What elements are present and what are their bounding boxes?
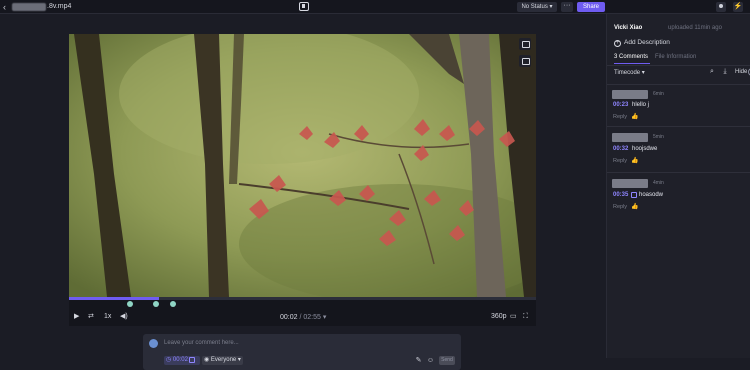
uploader-name[interactable]: Vicki Xiao [614,25,642,31]
comment-age: 4min [653,180,664,186]
playback-speed[interactable]: 1x [104,313,111,321]
player-area: ▶ ⇄ 1x ◀) 00:02 / 02:55 ▾ 360p ▭ ⛶ Leave… [0,14,606,370]
comment-checkbox[interactable] [631,192,637,198]
comment-input[interactable]: Leave your comment here... [164,339,364,348]
share-button[interactable]: Share [577,2,605,12]
divider [607,65,750,66]
reply-button[interactable]: Reply [613,158,627,164]
thumbs-up-icon[interactable]: 👍 [631,203,638,210]
hide-label: Hide [735,69,748,75]
comment-age: 6min [653,91,664,97]
tab-file-information[interactable]: File Information [655,54,696,60]
sidebar-tabs: 3 Comments File Information [614,54,750,64]
time-display[interactable]: 00:02 / 02:55 ▾ [280,313,326,321]
theater-mode-icon[interactable]: ▭ [510,313,517,321]
emoji-icon[interactable]: ☺ [426,356,435,365]
tab-comments[interactable]: 3 Comments [614,54,648,60]
video-frame[interactable] [69,34,536,297]
volume-icon[interactable]: ◀) [120,313,128,321]
comment-display-icon[interactable] [519,38,531,50]
search-icon[interactable]: ⌕ [708,68,716,76]
comment-age: 5min [653,134,664,140]
comment-text: hoasodw [639,192,664,198]
thumbs-up-icon[interactable]: 👍 [631,113,638,120]
thumbs-up-icon[interactable]: 👍 [631,157,638,164]
upload-time: uploaded 11min ago [668,25,722,31]
play-icon[interactable]: ▶ [74,313,79,321]
download-icon[interactable]: ⤓ [721,68,729,76]
sort-dropdown[interactable]: Timecode ▾ [614,69,645,76]
timeline-progress [69,297,159,300]
comment-item[interactable]: 6min 00:23 hlello j Reply 👍 [607,84,750,126]
reply-button[interactable]: Reply [613,114,627,120]
video-image [69,34,536,297]
avatar [149,339,158,348]
quality-selector[interactable]: 360p [491,313,507,321]
comment-timecode[interactable]: 00:23 [613,102,628,108]
loop-icon[interactable]: ⇄ [88,313,94,321]
duration: 02:55 [303,314,321,321]
fullscreen-icon[interactable]: ⛶ [523,313,528,321]
commenter-name-redacted [612,90,648,99]
comment-timecode[interactable]: 00:35 [613,192,628,198]
more-options-button[interactable]: ··· [561,2,573,12]
add-description-button[interactable]: + Add Description [614,39,670,47]
comment-text: hlello j [632,102,650,108]
status-dropdown[interactable]: No Status ▾ [517,2,557,12]
commenter-name-redacted [612,133,648,142]
comment-text: hoojsdwe [632,146,658,152]
active-tab-indicator [614,63,650,64]
status-label: No Status [521,4,548,10]
comment-marker[interactable] [170,301,176,307]
audience-dropdown[interactable]: ◉ Everyone ▾ [202,356,243,365]
version-stack-icon[interactable] [299,2,309,11]
pen-icon[interactable]: ✎ [414,356,423,365]
user-icon[interactable] [716,2,726,12]
layout-toggle-icon[interactable] [519,55,531,67]
top-bar: ‹ .8v.mp4 No Status ▾ ··· Share ⚡ [0,0,750,14]
comments-sidebar: Vicki Xiao uploaded 11min ago + Add Descr… [606,14,750,358]
send-button[interactable]: Send [439,356,455,365]
file-name-redacted [12,3,46,11]
player-controls: ▶ ⇄ 1x ◀) 00:02 / 02:55 ▾ 360p ▭ ⛶ [69,297,536,326]
commenter-name-redacted [612,179,648,188]
comment-item[interactable]: 4min 00:35 hoasodw Reply 👍 [607,172,750,218]
comment-composer: Leave your comment here... ◷ 00:02 ◉ Eve… [143,334,461,370]
reply-button[interactable]: Reply [613,204,627,210]
plus-icon: + [614,40,621,47]
comment-item[interactable]: 5min 00:32 hoojsdwe Reply 👍 [607,126,750,172]
timeline-track[interactable] [69,297,536,300]
comment-timecode[interactable]: 00:32 [613,146,628,152]
bolt-icon[interactable]: ⚡ [733,2,743,12]
comment-marker[interactable] [153,301,159,307]
current-time: 00:02 [280,314,298,321]
comment-marker[interactable] [127,301,133,307]
file-name: .8v.mp4 [47,3,72,10]
back-arrow-icon[interactable]: ‹ [3,2,11,12]
add-description-label: Add Description [624,39,670,46]
sort-label: Timecode [614,70,641,76]
